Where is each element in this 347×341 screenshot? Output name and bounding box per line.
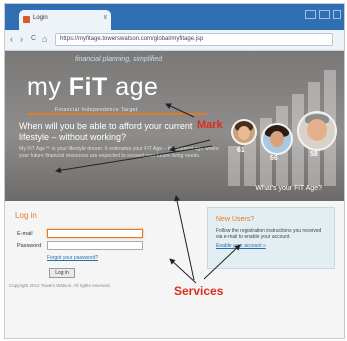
hero-tagline: financial planning, simplified [75,56,163,63]
logo-fit: FiT [68,73,108,101]
age-label: 58 [310,151,318,158]
myfitage-logo: my FiT age Financial Independence Target [27,73,159,113]
hero-description: My FiT Age™ is your lifestyle dream. It … [19,146,219,159]
mark-annotation: Mark [197,119,223,131]
login-heading: Log in [15,211,37,220]
maximize-icon[interactable] [319,10,330,19]
close-window-icon[interactable] [333,10,341,19]
whats-your-fit-age[interactable]: What's your FiT Age? [255,185,322,192]
password-label: Password [17,243,42,249]
new-users-panel: New Users? Follow the registration instr… [207,207,335,269]
minimize-icon[interactable] [305,10,316,19]
services-annotation: Services [174,284,224,298]
logo-my: my [27,73,69,101]
logo-age: age [107,73,159,101]
copyright-text: Copyright 2012 Towers Watson. All rights… [9,283,111,288]
email-label: E-mail [17,231,33,237]
person-photo [231,119,257,145]
password-field[interactable] [47,241,143,250]
hero-question: When will you be able to afford your cur… [19,121,193,142]
refresh-icon[interactable]: C [31,35,36,42]
login-button[interactable]: Log in [49,268,75,278]
forward-icon[interactable]: › [20,34,23,44]
address-bar[interactable]: https://myfitage.towerswatson.com/global… [55,33,333,46]
browser-tab[interactable]: Login x [19,10,111,30]
age-label: 56 [270,155,278,162]
hero-banner: financial planning, simplified my FiT ag… [5,51,344,201]
back-icon[interactable]: ‹ [10,34,13,44]
close-tab-icon[interactable]: x [104,14,108,21]
email-field[interactable] [47,229,143,238]
person-photo [261,123,293,155]
new-users-heading: New Users? [216,216,255,223]
accent-divider [27,113,207,115]
favicon-icon [23,16,30,23]
tab-title: Login [33,15,48,21]
browser-tab-bar: Login x [5,4,344,30]
new-users-description: Follow the registration instructions you… [216,228,322,240]
enable-account-link[interactable]: Enable your account » [216,243,266,249]
forgot-password-link[interactable]: Forgot your password? [47,255,98,261]
home-icon[interactable]: ⌂ [42,34,47,44]
person-photo [297,111,337,151]
address-row: ‹ › C ⌂ https://myfitage.towerswatson.co… [5,30,344,51]
age-label: 61 [237,147,245,154]
login-section: Log in E-mail Password Forgot your passw… [5,201,344,338]
